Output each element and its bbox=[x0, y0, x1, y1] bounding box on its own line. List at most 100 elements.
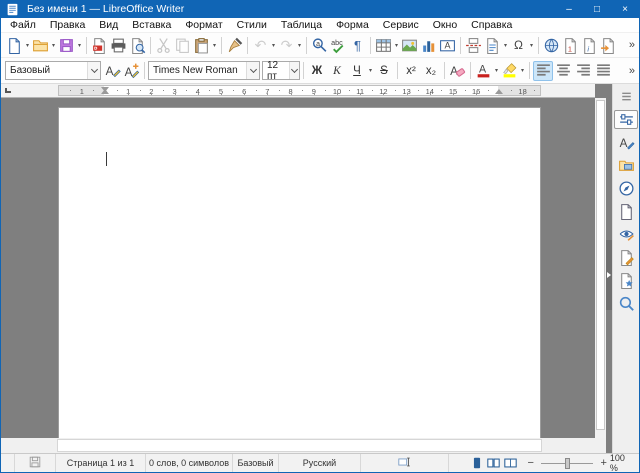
insert-field-dropdown[interactable]: ▾ bbox=[502, 35, 509, 55]
horizontal-scrollbar[interactable] bbox=[1, 438, 606, 453]
formatting-overflow-button[interactable]: » bbox=[629, 58, 635, 83]
insert-table-button[interactable] bbox=[374, 35, 393, 55]
sidebar-tab-style-inspector[interactable] bbox=[614, 294, 638, 313]
page-style-status[interactable]: Базовый bbox=[233, 454, 279, 472]
insert-image-button[interactable] bbox=[400, 35, 419, 55]
print-button[interactable] bbox=[109, 35, 128, 55]
save-button[interactable] bbox=[57, 35, 76, 55]
toolbar-overflow-button[interactable]: » bbox=[629, 33, 635, 57]
open-folder-dropdown[interactable]: ▾ bbox=[50, 35, 57, 55]
new-style-button[interactable]: A bbox=[122, 61, 141, 81]
sidebar-tab-page[interactable] bbox=[614, 202, 638, 221]
page-number-status[interactable]: Страница 1 из 1 bbox=[56, 454, 146, 472]
menu-format[interactable]: Формат bbox=[178, 18, 229, 33]
sidebar-tab-design[interactable] bbox=[614, 271, 638, 290]
find-replace-button[interactable]: a bbox=[310, 35, 329, 55]
zoom-out-button[interactable]: − bbox=[524, 457, 536, 469]
menu-window[interactable]: Окно bbox=[426, 18, 464, 33]
font-size-combo[interactable]: 12 пт bbox=[262, 61, 300, 80]
insert-table-dropdown[interactable]: ▾ bbox=[393, 35, 400, 55]
bold-button[interactable]: Ж bbox=[307, 61, 327, 81]
sidebar-tab-track-changes[interactable] bbox=[614, 248, 638, 267]
left-indent-marker[interactable] bbox=[101, 89, 109, 94]
subscript-button[interactable]: x₂ bbox=[421, 61, 441, 81]
insert-comment-button[interactable] bbox=[599, 35, 618, 55]
open-folder-button[interactable] bbox=[31, 35, 50, 55]
horizontal-ruler[interactable]: 11234567891011121314151618 bbox=[1, 84, 595, 98]
menu-view[interactable]: Вид bbox=[92, 18, 125, 33]
insert-footnote-button[interactable]: 1 bbox=[561, 35, 580, 55]
menu-form[interactable]: Форма bbox=[329, 18, 376, 33]
italic-button[interactable]: К bbox=[327, 61, 347, 81]
insert-textbox-button[interactable]: A bbox=[438, 35, 457, 55]
highlight-color-button[interactable] bbox=[500, 61, 519, 81]
vertical-scrollbar[interactable] bbox=[595, 98, 606, 438]
font-color-button[interactable]: A bbox=[474, 61, 493, 81]
align-right-button[interactable] bbox=[573, 61, 593, 81]
clone-formatting-button[interactable] bbox=[225, 35, 244, 55]
menu-file[interactable]: Файл bbox=[3, 18, 43, 33]
menu-table[interactable]: Таблица bbox=[274, 18, 329, 33]
spelling-button[interactable]: abc bbox=[329, 35, 348, 55]
writer-app-icon[interactable] bbox=[6, 2, 20, 16]
multi-page-view-button[interactable] bbox=[485, 453, 502, 473]
horizontal-scrollbar-thumb[interactable] bbox=[57, 439, 542, 452]
sidebar-tab-navigator[interactable] bbox=[614, 179, 638, 198]
insert-chart-button[interactable] bbox=[419, 35, 438, 55]
selection-mode-status[interactable] bbox=[361, 454, 449, 472]
maximize-button[interactable]: □ bbox=[583, 0, 611, 18]
insert-hyperlink-button[interactable] bbox=[542, 35, 561, 55]
paragraph-style-dropdown[interactable] bbox=[87, 62, 100, 79]
font-size-dropdown[interactable] bbox=[289, 62, 299, 79]
insert-page-break-button[interactable] bbox=[464, 35, 483, 55]
font-name-combo[interactable]: Times New Roman bbox=[148, 61, 260, 80]
sidebar-tab-properties[interactable] bbox=[614, 110, 638, 129]
insert-field-button[interactable] bbox=[483, 35, 502, 55]
align-justify-button[interactable] bbox=[593, 61, 613, 81]
superscript-button[interactable]: x² bbox=[401, 61, 421, 81]
export-pdf-button[interactable] bbox=[90, 35, 109, 55]
paste-dropdown[interactable]: ▾ bbox=[211, 35, 218, 55]
sidebar-tab-sidebar-settings[interactable] bbox=[614, 87, 638, 106]
special-character-dropdown[interactable]: ▾ bbox=[528, 35, 535, 55]
zoom-in-button[interactable]: + bbox=[597, 457, 609, 469]
sidebar-tab-accessibility-check[interactable] bbox=[614, 225, 638, 244]
tab-stop-type-selector[interactable] bbox=[5, 88, 11, 93]
vertical-scrollbar-thumb[interactable] bbox=[596, 100, 605, 430]
zoom-slider[interactable] bbox=[541, 463, 594, 464]
insert-endnote-button[interactable]: i bbox=[580, 35, 599, 55]
menu-insert[interactable]: Вставка bbox=[125, 18, 178, 33]
close-button[interactable]: × bbox=[611, 0, 639, 18]
sidebar-tab-gallery[interactable] bbox=[614, 156, 638, 175]
word-count-status[interactable]: 0 слов, 0 символов bbox=[146, 454, 233, 472]
menu-tools[interactable]: Сервис bbox=[376, 18, 426, 33]
language-status[interactable]: Русский bbox=[279, 454, 361, 472]
document-page[interactable] bbox=[58, 107, 541, 438]
clear-formatting-button[interactable]: A bbox=[448, 61, 467, 81]
minimize-button[interactable]: – bbox=[555, 0, 583, 18]
underline-button[interactable]: Ч bbox=[347, 61, 367, 81]
formatting-marks-button[interactable]: ¶ bbox=[348, 35, 367, 55]
new-document-dropdown[interactable]: ▾ bbox=[24, 35, 31, 55]
menu-edit[interactable]: Правка bbox=[43, 18, 92, 33]
underline-dropdown[interactable]: ▾ bbox=[367, 61, 374, 81]
save-dropdown[interactable]: ▾ bbox=[76, 35, 83, 55]
zoom-slider-thumb[interactable] bbox=[565, 458, 570, 469]
menu-styles[interactable]: Стили bbox=[230, 18, 274, 33]
strikethrough-button[interactable]: S bbox=[374, 61, 394, 81]
align-left-button[interactable] bbox=[533, 61, 553, 81]
right-indent-marker[interactable] bbox=[495, 89, 503, 94]
book-view-button[interactable] bbox=[502, 453, 519, 473]
highlight-color-dropdown[interactable]: ▾ bbox=[519, 61, 526, 81]
print-preview-button[interactable] bbox=[128, 35, 147, 55]
new-document-button[interactable] bbox=[5, 35, 24, 55]
font-color-dropdown[interactable]: ▾ bbox=[493, 61, 500, 81]
align-center-button[interactable] bbox=[553, 61, 573, 81]
paste-button[interactable] bbox=[192, 35, 211, 55]
zoom-level[interactable]: 100 % bbox=[610, 453, 633, 473]
update-style-button[interactable]: A bbox=[103, 61, 122, 81]
sidebar-tab-styles[interactable]: A bbox=[614, 133, 638, 152]
menu-help[interactable]: Справка bbox=[464, 18, 519, 33]
font-name-dropdown[interactable] bbox=[246, 62, 259, 79]
paragraph-style-combo[interactable]: Базовый bbox=[5, 61, 101, 80]
